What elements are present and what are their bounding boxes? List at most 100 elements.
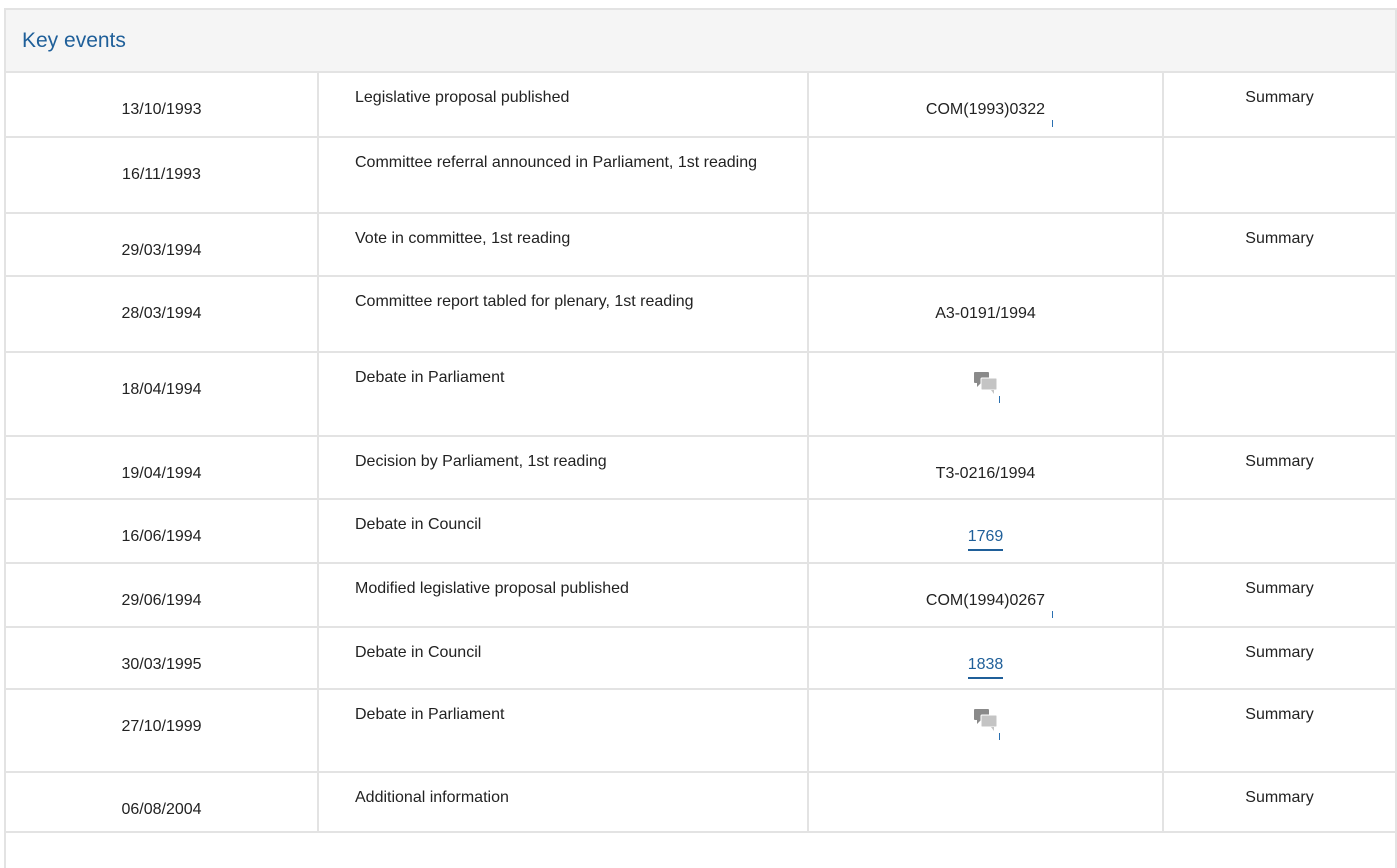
- event-date: 28/03/1994: [121, 305, 202, 322]
- event-description-cell: Debate in Council: [318, 627, 809, 690]
- event-date: 16/06/1994: [121, 528, 202, 545]
- event-date: 18/04/1994: [121, 381, 202, 398]
- event-date: 29/03/1994: [121, 242, 202, 259]
- council-meeting-link[interactable]: 1769: [967, 526, 1004, 551]
- panel-header: Key events: [6, 10, 1395, 73]
- event-summary-cell: [1163, 499, 1395, 564]
- reference-text: A3-0191/1994: [935, 301, 1036, 326]
- debate-icon[interactable]: [973, 708, 1000, 740]
- event-description: Decision by Parliament, 1st reading: [355, 453, 607, 470]
- event-reference-cell: [808, 689, 1164, 773]
- event-description-cell: Debate in Parliament: [318, 689, 809, 773]
- event-description: Debate in Council: [355, 644, 482, 661]
- event-date-cell: 18/04/1994: [6, 352, 319, 437]
- event-description: Debate in Parliament: [355, 706, 505, 723]
- external-link-marker: [1052, 120, 1054, 127]
- event-description: Committee referral announced in Parliame…: [355, 154, 757, 171]
- event-description-cell: Committee referral announced in Parliame…: [318, 137, 809, 214]
- debate-icon[interactable]: [973, 371, 1000, 403]
- summary-link[interactable]: Summary: [1245, 230, 1313, 247]
- panel-title: Key events: [22, 28, 126, 52]
- event-date-cell: 16/06/1994: [6, 499, 319, 564]
- table-row: 13/10/1993 Legislative proposal publishe…: [6, 73, 1395, 138]
- event-reference-cell: [808, 352, 1164, 437]
- table-row: 16/11/1993 Committee referral announced …: [6, 137, 1395, 214]
- event-date-cell: 28/03/1994: [6, 276, 319, 353]
- event-date: 06/08/2004: [121, 801, 202, 818]
- key-events-table-body: 13/10/1993 Legislative proposal publishe…: [6, 73, 1395, 833]
- event-description-cell: Additional information: [318, 772, 809, 833]
- event-date-cell: 29/06/1994: [6, 563, 319, 628]
- event-date: 19/04/1994: [121, 465, 202, 482]
- event-summary-cell: [1163, 352, 1395, 437]
- event-date-cell: 06/08/2004: [6, 772, 319, 833]
- event-reference-cell: COM(1993)0322: [808, 73, 1164, 138]
- event-reference-cell: [808, 213, 1164, 277]
- table-row: 06/08/2004 Additional information Summar…: [6, 772, 1395, 833]
- event-description: Vote in committee, 1st reading: [355, 230, 571, 247]
- event-reference-cell: [808, 137, 1164, 214]
- event-description: Modified legislative proposal published: [355, 580, 629, 597]
- event-description: Additional information: [355, 789, 509, 806]
- event-summary-cell: Summary: [1163, 627, 1395, 690]
- event-date-cell: 13/10/1993: [6, 73, 319, 138]
- reference-text: T3-0216/1994: [936, 461, 1036, 486]
- event-description-cell: Committee report tabled for plenary, 1st…: [318, 276, 809, 353]
- document-reference[interactable]: COM(1994)0267: [925, 588, 1054, 618]
- event-summary-cell: [1163, 137, 1395, 214]
- table-row: 28/03/1994 Committee report tabled for p…: [6, 276, 1395, 353]
- external-link-marker: [998, 396, 1000, 403]
- event-summary-cell: Summary: [1163, 772, 1395, 833]
- event-description: Debate in Council: [355, 516, 482, 533]
- council-meeting-link[interactable]: 1838: [967, 654, 1004, 679]
- event-description: Committee report tabled for plenary, 1st…: [355, 293, 694, 310]
- event-reference-cell: [808, 772, 1164, 833]
- event-summary-cell: [1163, 276, 1395, 353]
- event-reference-cell: 1838: [808, 627, 1164, 690]
- event-date: 13/10/1993: [121, 101, 202, 118]
- table-row: 29/03/1994 Vote in committee, 1st readin…: [6, 213, 1395, 277]
- summary-link[interactable]: Summary: [1245, 706, 1313, 723]
- table-row: 18/04/1994 Debate in Parliament: [6, 352, 1395, 437]
- summary-link[interactable]: Summary: [1245, 89, 1313, 106]
- event-reference-cell: COM(1994)0267: [808, 563, 1164, 628]
- event-date-cell: 19/04/1994: [6, 436, 319, 500]
- reference-label: A3-0191/1994: [935, 305, 1036, 322]
- event-description-cell: Debate in Council: [318, 499, 809, 564]
- key-events-panel: Key events 13/10/1993 Legislative propos…: [4, 8, 1397, 868]
- reference-label: T3-0216/1994: [935, 465, 1036, 482]
- event-description-cell: Vote in committee, 1st reading: [318, 213, 809, 277]
- summary-link[interactable]: Summary: [1245, 644, 1313, 661]
- external-link-marker: [998, 733, 1000, 740]
- event-date: 16/11/1993: [122, 166, 201, 183]
- table-row: 27/10/1999 Debate in Parliament Summary: [6, 689, 1395, 773]
- table-row: 19/04/1994 Decision by Parliament, 1st r…: [6, 436, 1395, 500]
- summary-link[interactable]: Summary: [1245, 453, 1313, 470]
- event-date-cell: 27/10/1999: [6, 689, 319, 773]
- event-summary-cell: Summary: [1163, 689, 1395, 773]
- event-reference-cell: T3-0216/1994: [808, 436, 1164, 500]
- summary-link[interactable]: Summary: [1245, 789, 1313, 806]
- document-reference[interactable]: COM(1993)0322: [925, 97, 1054, 127]
- event-summary-cell: Summary: [1163, 73, 1395, 138]
- table-row: 29/06/1994 Modified legislative proposal…: [6, 563, 1395, 628]
- event-date-cell: 16/11/1993: [6, 137, 319, 214]
- reference-label: COM(1994)0267: [925, 592, 1046, 609]
- event-summary-cell: Summary: [1163, 563, 1395, 628]
- event-date-cell: 29/03/1994: [6, 213, 319, 277]
- key-events-table: 13/10/1993 Legislative proposal publishe…: [6, 73, 1395, 833]
- reference-label: COM(1993)0322: [925, 101, 1046, 118]
- table-row: 30/03/1995 Debate in Council 1838 Summar…: [6, 627, 1395, 690]
- external-link-marker: [1052, 611, 1054, 618]
- event-summary-cell: Summary: [1163, 213, 1395, 277]
- event-description-cell: Decision by Parliament, 1st reading: [318, 436, 809, 500]
- event-reference-cell: A3-0191/1994: [808, 276, 1164, 353]
- event-date: 27/10/1999: [121, 718, 202, 735]
- event-reference-cell: 1769: [808, 499, 1164, 564]
- table-row: 16/06/1994 Debate in Council 1769: [6, 499, 1395, 564]
- event-description: Legislative proposal published: [355, 89, 570, 106]
- summary-link[interactable]: Summary: [1245, 580, 1313, 597]
- event-description-cell: Modified legislative proposal published: [318, 563, 809, 628]
- event-summary-cell: Summary: [1163, 436, 1395, 500]
- event-description-cell: Legislative proposal published: [318, 73, 809, 138]
